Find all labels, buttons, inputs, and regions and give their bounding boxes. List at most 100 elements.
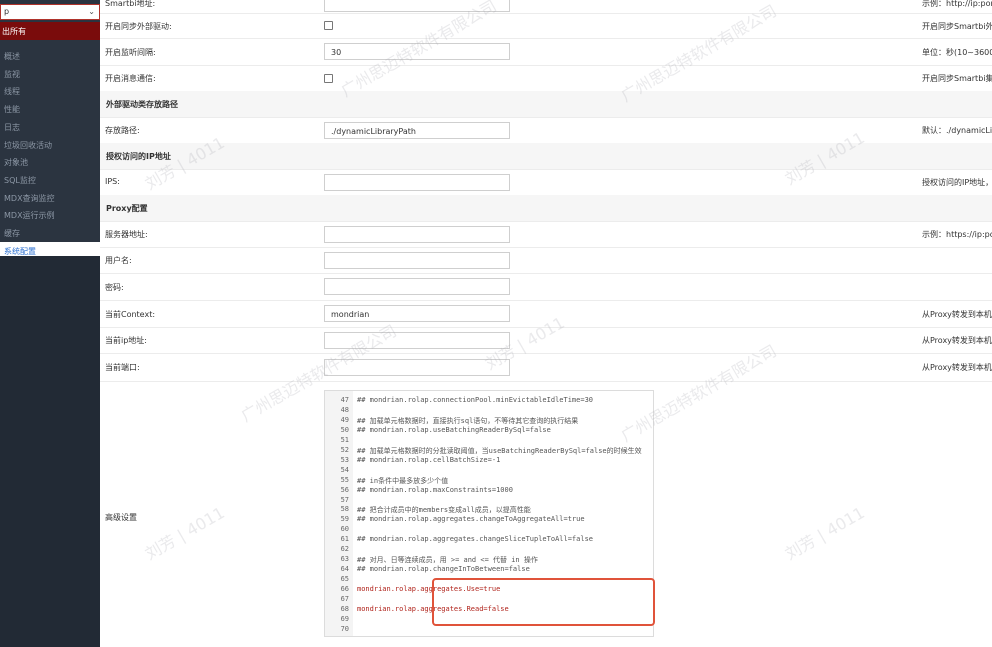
field-label: 开启消息通信: [105, 74, 156, 83]
code-line: ## mondrian.rolap.useBatchingReaderBySql… [357, 425, 551, 434]
line-number: 47 [340, 396, 349, 404]
sidebar-header[interactable]: 出所有 [0, 22, 100, 40]
section-header: Proxy配置 [100, 195, 992, 222]
checkbox[interactable] [324, 21, 333, 30]
field-hint: 单位：秒(10~3600) [922, 47, 992, 57]
sidebar-item-7[interactable]: SQL监控 [0, 171, 100, 188]
config-main: Smartbi地址: 示例：http://ip:port/开启同步外部驱动: 开启同… [100, 0, 992, 647]
line-number: 58 [340, 505, 349, 514]
field-hint: 从Proxy转发到本机的 [922, 336, 992, 345]
text-input[interactable] [324, 278, 510, 295]
field-hint: 开启同步Smartbi集群 [922, 74, 992, 83]
line-number: 67 [340, 595, 349, 603]
sidebar-header-label: 出所有 [2, 27, 26, 36]
field-hint: 默认：./dynamicLibrary [922, 126, 992, 135]
sidebar-item-label: 监视 [4, 69, 20, 79]
sidebar-item-label: 线程 [4, 87, 20, 97]
text-input[interactable]: mondrian [324, 305, 510, 322]
sidebar-item-label: SQL监控 [4, 175, 36, 185]
sidebar-server-select[interactable]: p ⌄ [0, 4, 100, 20]
line-number: 60 [340, 525, 349, 534]
line-number: 54 [340, 465, 349, 474]
sidebar-item-10[interactable]: 缓存 [0, 224, 100, 241]
code-line: ## in条件中最多放多少个值 [357, 476, 449, 485]
line-number: 70 [340, 624, 349, 633]
section-title: Proxy配置 [106, 204, 148, 213]
text-input[interactable] [324, 225, 510, 243]
text-input[interactable] [324, 173, 510, 191]
code-line: ## mondrian.rolap.cellBatchSize=-1 [357, 455, 501, 464]
line-number: 50 [340, 425, 349, 434]
field-label: 存放路径: [105, 126, 140, 135]
sidebar-item-9[interactable]: MDX运行示例 [0, 206, 100, 223]
sidebar-item-label: MDX运行示例 [4, 211, 55, 221]
line-number-gutter: 47 48 49 50 51 52 53 54 55 56 57 58 59 60 61 62 63 64 65 66… [325, 391, 353, 636]
line-number: 69 [340, 614, 349, 623]
code-line: ## mondrian.rolap.connectionPool.minEvic… [357, 396, 594, 404]
field-label: 开启监听间隔: [105, 47, 156, 57]
form-row: IPS: 授权访问的IP地址， [100, 169, 992, 196]
sidebar-item-8[interactable]: MDX查询监控 [0, 189, 100, 206]
field-hint: 示例：https://ip:port/ [922, 230, 992, 239]
input-value: 30 [331, 48, 342, 57]
form-row: Smartbi地址: 示例：http://ip:port/ [100, 0, 992, 14]
form-row: 开启同步外部驱动: 开启同步Smartbi外部驱动 [100, 13, 992, 39]
sidebar-item-2[interactable]: 线程 [0, 82, 100, 99]
line-number: 48 [340, 405, 349, 414]
field-label: 服务器地址: [105, 230, 148, 239]
text-input[interactable] [324, 358, 510, 376]
line-number: 64 [340, 565, 349, 574]
form-row: 当前Context: mondrian 从Proxy转发到本机的 [100, 300, 992, 328]
form-row: 服务器地址: 示例：https://ip:port/ [100, 221, 992, 248]
chevron-down-icon: ⌄ [88, 7, 95, 16]
sidebar-item-label: 性能 [4, 105, 20, 115]
sidebar-item-label: 概述 [4, 52, 20, 61]
select-value: p [4, 7, 10, 16]
code-line: ## mondrian.rolap.maxConstraints=1000 [357, 485, 513, 494]
form-row: 开启监听间隔: 30 单位：秒(10~3600) [100, 38, 992, 66]
highlight-annotation-box [432, 578, 655, 626]
sidebar-item-5[interactable]: 垃圾回收活动 [0, 136, 100, 153]
text-input[interactable]: 30 [324, 43, 510, 60]
field-hint: 授权访问的IP地址， [922, 178, 992, 187]
form-row: 当前端口: 从Proxy转发到本机的 [100, 353, 992, 382]
checkbox[interactable] [324, 73, 333, 83]
field-label: 开启同步外部驱动: [105, 21, 172, 31]
sidebar-item-0[interactable]: 概述 [0, 47, 100, 64]
sidebar-item-label: MDX查询监控 [4, 193, 55, 203]
field-hint: 从Proxy转发到本机的 [922, 309, 992, 319]
code-line: ## mondrian.rolap.changeInToBetween=fals… [357, 565, 530, 574]
field-hint: 从Proxy转发到本机的 [922, 363, 992, 372]
text-input[interactable] [324, 0, 510, 12]
sidebar-item-3[interactable]: 性能 [0, 100, 100, 117]
field-hint: 开启同步Smartbi外部驱动 [922, 21, 992, 31]
section-header: 外部驱动类存放路径 [100, 91, 992, 118]
line-number: 49 [340, 415, 349, 424]
sidebar-item-6[interactable]: 对象池 [0, 153, 100, 170]
text-input[interactable] [324, 331, 510, 349]
line-number: 55 [340, 475, 349, 484]
section-title: 外部驱动类存放路径 [106, 100, 178, 109]
sidebar-empty-area [0, 256, 100, 647]
form-row: 存放路径: ./dynamicLibraryPath 默认：./dynamicLib… [100, 117, 992, 144]
sidebar-item-1[interactable]: 监视 [0, 65, 100, 82]
text-input[interactable]: ./dynamicLibraryPath [324, 121, 510, 139]
text-input[interactable] [324, 251, 510, 269]
form-row: 开启消息通信: 开启同步Smartbi集群 [100, 65, 992, 92]
code-line: ## 加载单元格数据时，直接执行sql语句，不等待其它查询的执行结果 [357, 416, 579, 425]
field-label: 当前Context: [105, 309, 156, 319]
field-label: 当前端口: [105, 363, 140, 372]
sidebar: p ⌄ 出所有 概述监视线程性能日志垃圾回收活动对象池 SQL监控 MDX查询监控 M… [0, 0, 100, 647]
field-label: 密码: [105, 282, 124, 292]
sidebar-item-label: 日志 [4, 122, 20, 132]
sidebar-item-4[interactable]: 日志 [0, 118, 100, 135]
field-label: Smartbi地址: [105, 0, 156, 8]
code-line: ## 把合计成员中的members变成all成员，以提高性能 [357, 506, 531, 515]
form-row: 用户名: [100, 247, 992, 274]
line-number: 61 [340, 535, 349, 544]
line-number: 57 [340, 495, 349, 504]
line-number: 53 [340, 455, 349, 464]
sidebar-item-label: 对象池 [4, 158, 28, 168]
code-line: ## 加载单元格数据时的分批读取阈值，当useBatchingReaderByS… [357, 446, 642, 455]
section-title: 授权访问的IP地址 [106, 152, 171, 161]
